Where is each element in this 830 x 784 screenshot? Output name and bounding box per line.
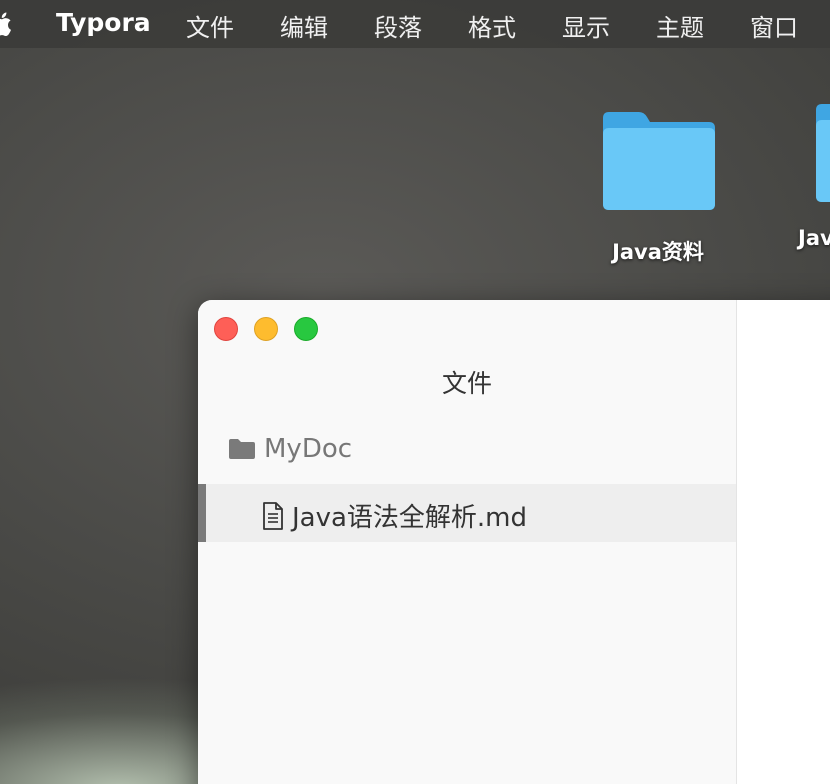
minimize-button[interactable] [254,317,278,341]
menu-app-name[interactable]: Typora [56,8,151,37]
menu-item-edit[interactable]: 编辑 [280,8,328,43]
maximize-button[interactable] [294,317,318,341]
menu-item-file[interactable]: 文件 [186,8,234,43]
apple-icon[interactable] [0,10,12,38]
desktop: Typora 文件 编辑 段落 格式 显示 主题 窗口 Java资料 Jav 文… [0,0,830,784]
folder-icon [603,112,715,210]
folder-icon [816,104,830,202]
menu-item-view[interactable]: 显示 [562,8,610,43]
editor-pane[interactable] [737,300,830,784]
desktop-folder-label: Java资料 [612,240,704,264]
typora-window: 文件 MyDoc Java语法全解析.md [198,300,830,784]
folder-icon [229,439,255,459]
menu-item-window[interactable]: 窗口 [750,8,798,43]
desktop-folder-label: Jav [798,226,830,250]
file-label: Java语法全解析.md [292,503,528,533]
folder-item-mydoc[interactable]: MyDoc [228,434,352,464]
sidebar-title: 文件 [441,369,492,398]
menu-bar: Typora 文件 编辑 段落 格式 显示 主题 窗口 [0,0,830,48]
desktop-folder-java-materials[interactable]: Java资料 [594,108,722,266]
folder-label: MyDoc [264,434,353,464]
close-button[interactable] [214,317,238,341]
menu-item-format[interactable]: 格式 [468,8,516,43]
desktop-folder-java-2[interactable]: Jav [796,100,830,250]
menu-item-paragraph[interactable]: 段落 [374,8,422,43]
menu-item-theme[interactable]: 主题 [656,8,704,43]
file-sidebar: 文件 MyDoc Java语法全解析.md [198,300,737,784]
selection-indicator [198,484,206,542]
document-icon [263,501,283,530]
file-item-selected[interactable]: Java语法全解析.md [198,484,736,542]
